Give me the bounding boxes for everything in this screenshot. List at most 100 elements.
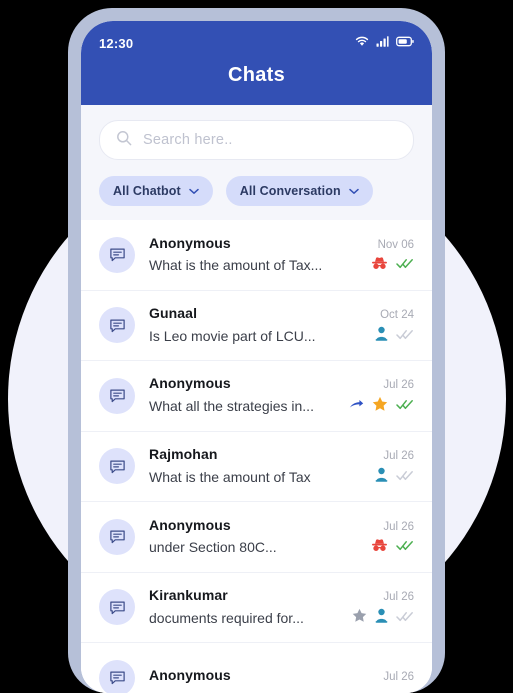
chat-item-body: Anonymous Jul 26 What all the strategies…	[149, 375, 414, 417]
chat-contact-name: Anonymous	[149, 516, 231, 533]
chat-timestamp: Jul 26	[383, 671, 414, 684]
chat-item-header: Anonymous Jul 26	[149, 667, 414, 683]
chat-list-item[interactable]: Anonymous Nov 06 What is the amount of T…	[81, 220, 432, 291]
chat-list-item[interactable]: Anonymous Jul 26 What all the strategies…	[81, 361, 432, 432]
chat-timestamp: Jul 26	[383, 590, 414, 603]
chat-timestamp: Jul 26	[383, 378, 414, 391]
double-check-read-icon	[396, 256, 414, 274]
chat-status-badges	[349, 396, 414, 417]
chat-timestamp: Oct 24	[380, 308, 414, 321]
chat-list-item[interactable]: Gunaal Oct 24 Is Leo movie part of LCU..…	[81, 290, 432, 361]
chat-list-item[interactable]: Kirankumar Jul 26 documents required for…	[81, 572, 432, 643]
chat-item-header: Anonymous Nov 06	[149, 235, 414, 251]
chat-item-footer: Is Leo movie part of LCU...	[149, 326, 414, 346]
chat-item-footer: What is the amount of Tax...	[149, 256, 414, 275]
chat-item-footer: under Section 80C...	[149, 538, 414, 557]
search-placeholder-text: Search here..	[143, 132, 233, 148]
filter-chip-label: All Chatbot	[113, 184, 181, 198]
double-check-unread-icon	[396, 609, 414, 627]
incognito-icon	[371, 538, 388, 557]
chat-list[interactable]: Anonymous Nov 06 What is the amount of T…	[81, 220, 432, 693]
status-bar-time: 12:30	[99, 35, 134, 51]
phone-device-frame: 12:30 Chats Search here.. All Chatbot Al…	[68, 8, 445, 693]
chat-bubble-icon	[109, 601, 125, 614]
chat-item-body: Gunaal Oct 24 Is Leo movie part of LCU..…	[149, 305, 414, 346]
chat-contact-name: Anonymous	[149, 234, 231, 251]
status-bar-icons	[355, 34, 414, 52]
chat-item-body: Kirankumar Jul 26 documents required for…	[149, 587, 414, 628]
filter-chip-all-chatbot[interactable]: All Chatbot	[99, 176, 213, 206]
chat-bubble-icon	[109, 460, 125, 473]
chat-contact-name: Gunaal	[149, 304, 198, 321]
filter-chip-label: All Conversation	[239, 184, 341, 198]
avatar	[99, 448, 135, 485]
avatar	[99, 307, 135, 344]
chat-message-preview: What is the amount of Tax...	[149, 257, 323, 274]
chat-item-body: Anonymous Jul 26 under Section 80C...	[149, 517, 414, 557]
chat-timestamp: Nov 06	[377, 238, 414, 251]
double-check-unread-icon	[396, 327, 414, 345]
double-check-read-icon	[396, 397, 414, 415]
chat-list-item[interactable]: Anonymous Jul 26	[81, 643, 432, 693]
chat-contact-name: Rajmohan	[149, 445, 218, 462]
incognito-icon	[371, 256, 388, 275]
chat-contact-name: Anonymous	[149, 667, 231, 684]
status-bar: 12:30	[81, 21, 432, 52]
double-check-read-icon	[396, 538, 414, 556]
page-title: Chats	[227, 64, 286, 86]
chat-status-badges	[371, 538, 414, 557]
filter-chip-row: All Chatbot All Conversation	[99, 176, 414, 220]
chat-message-preview: under Section 80C...	[149, 539, 277, 556]
star-inactive-icon	[352, 608, 367, 628]
chat-bubble-icon	[109, 248, 125, 262]
chat-item-footer: What all the strategies in...	[149, 396, 414, 417]
chevron-down-icon	[189, 182, 199, 200]
chat-message-preview: Is Leo movie part of LCU...	[149, 327, 316, 344]
person-icon	[375, 467, 388, 487]
chat-bubble-icon	[109, 530, 125, 544]
chevron-down-icon	[348, 182, 359, 200]
chat-item-body: Anonymous Nov 06 What is the amount of T…	[149, 235, 414, 275]
chat-item-footer: documents required for...	[149, 608, 414, 628]
chat-item-footer: What is the amount of Tax	[149, 467, 414, 487]
person-icon	[375, 608, 388, 628]
chat-bubble-icon	[109, 319, 125, 332]
phone-screen: 12:30 Chats Search here.. All Chatbot Al…	[81, 21, 432, 693]
avatar	[99, 518, 135, 555]
chat-list-item[interactable]: Anonymous Jul 26 under Section 80C...	[81, 502, 432, 573]
chat-timestamp: Jul 26	[383, 520, 414, 533]
chat-item-body: Rajmohan Jul 26 What is the amount of Ta…	[149, 446, 414, 487]
star-filled-icon	[372, 396, 388, 417]
chat-bubble-icon	[109, 389, 125, 403]
chat-message-preview: documents required for...	[149, 609, 304, 626]
chat-item-header: Gunaal Oct 24	[149, 305, 414, 321]
chat-status-badges	[375, 326, 414, 346]
avatar	[99, 377, 135, 414]
chat-item-header: Anonymous Jul 26	[149, 375, 414, 391]
chat-message-preview: What is the amount of Tax	[149, 468, 311, 485]
chat-item-header: Kirankumar Jul 26	[149, 587, 414, 603]
search-input[interactable]: Search here..	[99, 120, 414, 160]
app-header: 12:30 Chats	[81, 21, 432, 105]
filter-chip-all-conversation[interactable]: All Conversation	[225, 176, 373, 206]
avatar	[99, 236, 135, 273]
chat-contact-name: Anonymous	[149, 374, 231, 391]
person-icon	[375, 326, 388, 346]
avatar	[99, 659, 135, 693]
chat-status-badges	[352, 608, 414, 628]
chat-message-preview: What all the strategies in...	[149, 398, 314, 415]
chat-item-header: Rajmohan Jul 26	[149, 446, 414, 462]
chat-bubble-icon	[109, 671, 125, 685]
search-and-filter-area: Search here.. All Chatbot All Conversati…	[81, 105, 432, 220]
cellular-signal-icon	[376, 34, 389, 52]
chat-contact-name: Kirankumar	[149, 586, 228, 603]
double-check-unread-icon	[396, 468, 414, 486]
avatar	[99, 589, 135, 626]
search-icon	[116, 130, 132, 151]
wifi-icon	[355, 34, 369, 52]
battery-icon	[396, 34, 414, 52]
chat-list-item[interactable]: Rajmohan Jul 26 What is the amount of Ta…	[81, 431, 432, 502]
chat-item-header: Anonymous Jul 26	[149, 517, 414, 533]
chat-status-badges	[371, 256, 414, 275]
chat-status-badges	[375, 467, 414, 487]
